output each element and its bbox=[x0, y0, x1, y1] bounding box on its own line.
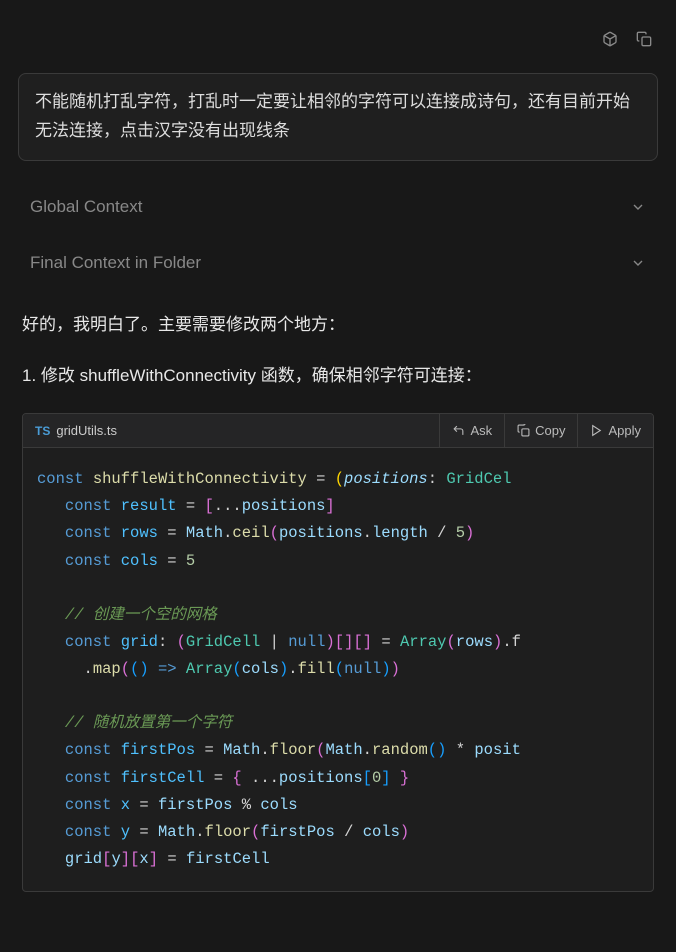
code-file-label: TS gridUtils.ts bbox=[23, 423, 439, 438]
global-context-label: Global Context bbox=[30, 197, 142, 217]
assistant-intro: 好的，我明白了。主要需要修改两个地方： bbox=[22, 311, 654, 338]
copy-icon[interactable] bbox=[636, 30, 652, 47]
copy-button[interactable]: Copy bbox=[504, 414, 577, 447]
code-header: TS gridUtils.ts Ask Copy Apply bbox=[23, 414, 653, 448]
ts-icon: TS bbox=[35, 424, 50, 438]
assistant-response: 好的，我明白了。主要需要修改两个地方： 1. 修改 shuffleWithCon… bbox=[0, 311, 676, 389]
code-content[interactable]: const shuffleWithConnectivity = (positio… bbox=[23, 448, 653, 891]
final-context-section[interactable]: Final Context in Folder bbox=[0, 253, 676, 273]
assistant-point-1: 1. 修改 shuffleWithConnectivity 函数，确保相邻字符可… bbox=[22, 362, 654, 389]
global-context-section[interactable]: Global Context bbox=[0, 197, 676, 217]
cube-icon[interactable] bbox=[602, 30, 618, 47]
chevron-down-icon bbox=[630, 197, 646, 217]
apply-button[interactable]: Apply bbox=[577, 414, 653, 447]
filename: gridUtils.ts bbox=[56, 423, 117, 438]
user-message: 不能随机打乱字符，打乱时一定要让相邻的字符可以连接成诗句，还有目前开始无法连接，… bbox=[18, 73, 658, 161]
final-context-label: Final Context in Folder bbox=[30, 253, 201, 273]
ask-button[interactable]: Ask bbox=[439, 414, 504, 447]
code-block: TS gridUtils.ts Ask Copy Apply const shu… bbox=[22, 413, 654, 892]
chevron-down-icon bbox=[630, 253, 646, 273]
